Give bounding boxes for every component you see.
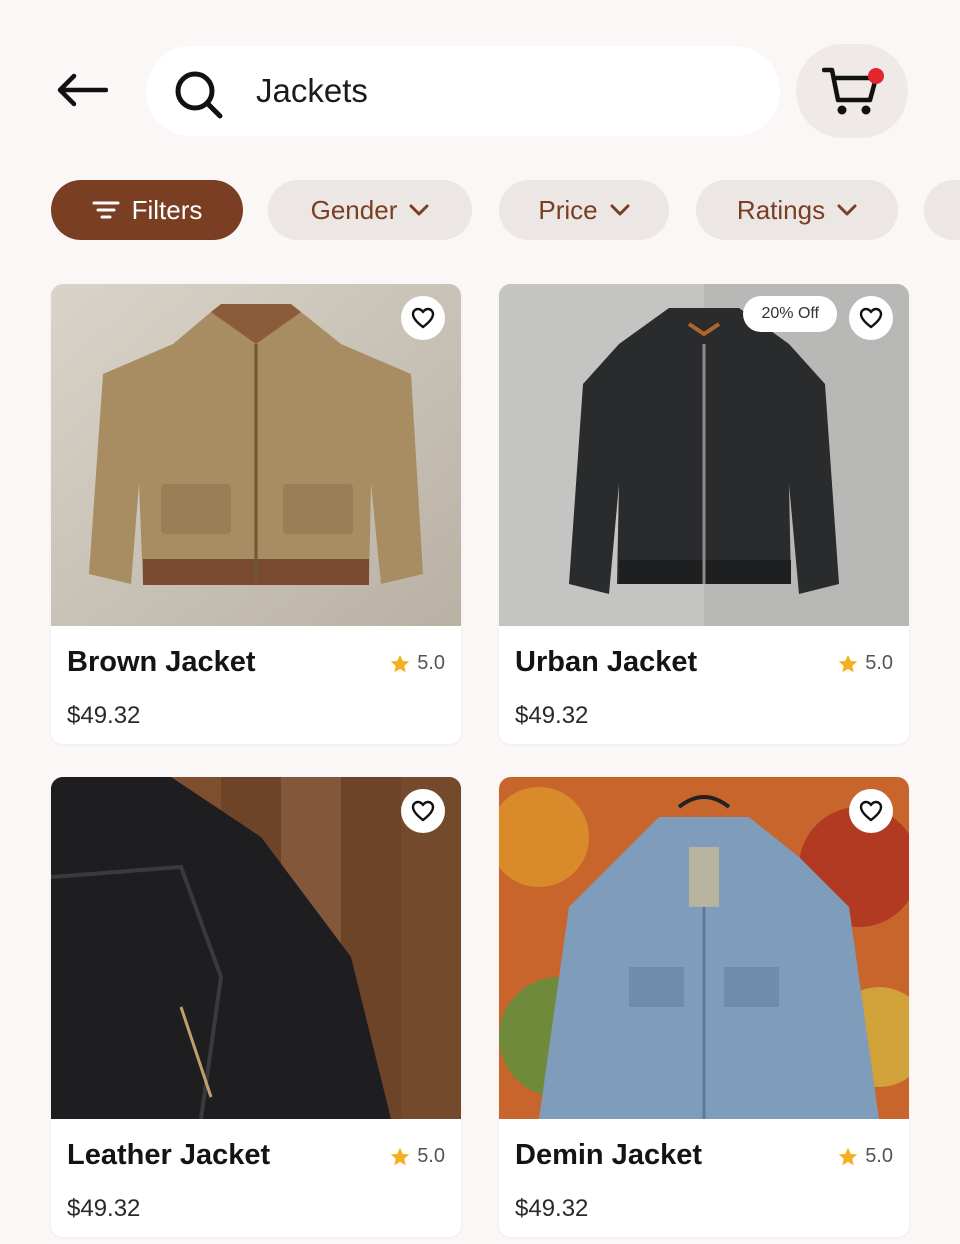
product-name: Urban Jacket — [515, 646, 698, 678]
heart-outline-icon — [411, 800, 435, 822]
product-card[interactable]: Demin Jacket 5.0 $49.32 — [499, 777, 909, 1237]
rating-value: 5.0 — [865, 1145, 893, 1167]
cart-notification-dot — [868, 68, 884, 84]
discount-badge: 20% Off — [743, 296, 837, 332]
top-bar — [0, 40, 960, 140]
search-bar[interactable] — [146, 46, 780, 136]
product-image-demin-jacket — [499, 777, 909, 1119]
product-rating: 5.0 — [389, 1145, 445, 1168]
product-name: Leather Jacket — [67, 1139, 271, 1171]
filters-button[interactable]: Filters — [51, 180, 243, 240]
product-rating: 5.0 — [837, 652, 893, 675]
product-card[interactable]: 20% Off Urban Jacket 5.0 $49.32 — [499, 284, 909, 744]
gender-chip[interactable]: Gender — [268, 180, 472, 240]
chevron-down-icon — [610, 204, 630, 216]
favorite-button[interactable] — [401, 296, 445, 340]
rating-value: 5.0 — [417, 652, 445, 674]
product-price: $49.32 — [515, 702, 589, 729]
product-image-brown-jacket — [51, 284, 461, 626]
favorite-button[interactable] — [401, 789, 445, 833]
rating-value: 5.0 — [865, 652, 893, 674]
product-image-urban-jacket — [499, 284, 909, 626]
more-chip[interactable] — [924, 180, 960, 240]
search-input[interactable] — [256, 66, 736, 116]
filters-label: Filters — [131, 194, 203, 225]
gender-chip-label: Gender — [310, 194, 398, 225]
heart-outline-icon — [859, 307, 883, 329]
product-card[interactable]: Leather Jacket 5.0 $49.32 — [51, 777, 461, 1237]
ratings-chip[interactable]: Ratings — [696, 180, 898, 240]
back-button[interactable] — [52, 64, 112, 116]
product-image-leather-jacket — [51, 777, 461, 1119]
arrow-left-icon — [57, 73, 108, 107]
heart-outline-icon — [411, 307, 435, 329]
ratings-chip-label: Ratings — [736, 194, 826, 225]
chevron-down-icon — [409, 204, 429, 216]
rating-value: 5.0 — [417, 1145, 445, 1167]
price-chip-label: Price — [538, 194, 598, 225]
product-price: $49.32 — [67, 1195, 141, 1222]
heart-outline-icon — [859, 800, 883, 822]
product-price: $49.32 — [67, 702, 141, 729]
favorite-button[interactable] — [849, 789, 893, 833]
product-rating: 5.0 — [389, 652, 445, 675]
search-icon — [175, 71, 223, 119]
cart-button[interactable] — [796, 44, 908, 138]
star-icon — [391, 654, 410, 672]
product-price: $49.32 — [515, 1195, 589, 1222]
star-icon — [839, 654, 858, 672]
filter-lines-icon — [92, 201, 120, 219]
product-card[interactable]: Brown Jacket 5.0 $49.32 — [51, 284, 461, 744]
product-name: Demin Jacket — [515, 1139, 702, 1171]
star-icon — [391, 1147, 410, 1165]
star-icon — [839, 1147, 858, 1165]
favorite-button[interactable] — [849, 296, 893, 340]
filter-chip-row: Filters Gender Price Ratings — [0, 180, 960, 244]
price-chip[interactable]: Price — [499, 180, 669, 240]
chevron-down-icon — [837, 204, 857, 216]
product-rating: 5.0 — [837, 1145, 893, 1168]
product-name: Brown Jacket — [67, 646, 256, 678]
